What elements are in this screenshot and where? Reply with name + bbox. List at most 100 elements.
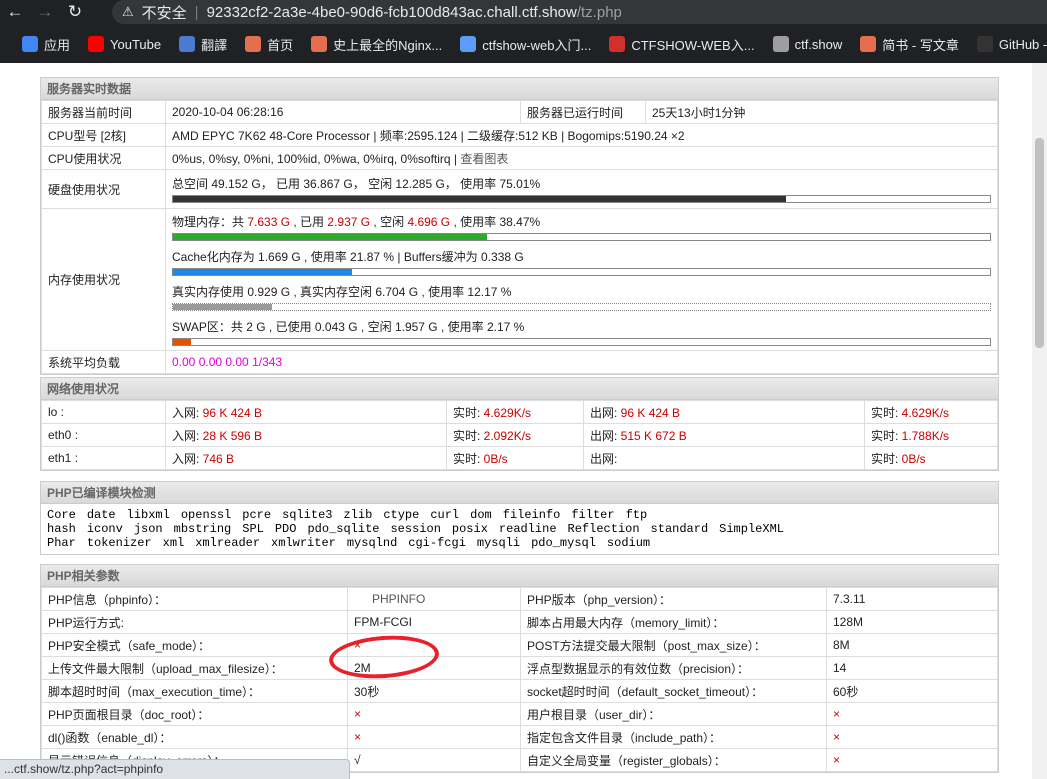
phys-mem-free-label: , 空闲 (370, 215, 408, 229)
network-section: 网络使用状况 lo : 入网: 96 K 424 B 实时: 4.629K/s 出网:… (40, 377, 999, 471)
real-mem-text: 真实内存使用 0.929 G , 真实内存空闲 6.704 G , 使用率 12… (172, 285, 512, 299)
param-label: 浮点型数据显示的有效位数（precision）： (520, 656, 827, 680)
bookmark-label: GitHub - T (998, 36, 1047, 52)
bookmarks-bar: 应用 YouTube 翻譯 首页 史上最全的Nginx... ctfshow-web入门.… (0, 31, 1047, 57)
php-param-row: PHP页面根目录（doc_root）： × 用户根目录（user_dir）： × (41, 702, 998, 726)
load-value: 0.00 0.00 0.00 1/343 (165, 350, 998, 374)
modules-section-title: PHP已编译模块检测 (41, 482, 998, 504)
module-name: tokenizer (86, 536, 152, 550)
phys-mem-bar (172, 233, 991, 241)
interface-name: eth1 : (41, 446, 166, 470)
module-name: iconv (86, 522, 123, 536)
phys-mem-total: 7.633 G (247, 215, 291, 229)
param-value: × (826, 748, 998, 772)
network-row: lo : 入网: 96 K 424 B 实时: 4.629K/s 出网: 96 K 4… (41, 400, 998, 424)
real-mem-fill (173, 304, 273, 310)
php-param-row: PHP运行方式: FPM-FCGI 脚本占用最大内存（memory_limit）： 1… (41, 610, 998, 634)
cache-mem-bar (172, 268, 991, 276)
youtube-icon (88, 36, 105, 52)
php-section: PHP相关参数 PHP信息（phpinfo）： PHPINFO PHP版本（php_… (40, 564, 999, 773)
back-icon[interactable]: ← (0, 0, 30, 24)
php-param-row: 上传文件最大限制（upload_max_filesize）： 2M 浮点型数据显示的… (41, 656, 998, 680)
jianshu-icon (311, 36, 328, 52)
bookmark-item[interactable]: 史上最全的Nginx... (311, 35, 442, 54)
bookmark-item[interactable]: ctf.show (772, 36, 843, 52)
uptime-value: 25天13小时1分钟 (645, 100, 998, 124)
param-value: FPM-FCGI (347, 610, 521, 634)
param-value: √ (347, 748, 521, 772)
disk-usage-bar (172, 195, 991, 203)
time-label: 服务器当前时间 (41, 100, 166, 124)
scrollbar-thumb[interactable] (1035, 138, 1044, 348)
net-realtime-out-value: 1.788K/s (901, 428, 950, 443)
php-param-row: dl()函数（enable_dl）： × 指定包含文件目录（include_path… (41, 725, 998, 749)
bookmark-label: 翻譯 (201, 37, 228, 53)
page-content: 服务器实时数据 服务器当前时间 2020-10-04 06:28:16 服务器已… (0, 63, 1032, 779)
swap-mem-bar (172, 338, 991, 346)
php-param-row: PHP安全模式（safe_mode）： × POST方法提交最大限制（post_ma… (41, 633, 998, 657)
uptime-label: 服务器已运行时间 (520, 100, 646, 124)
net-out-cell: 出网: (583, 446, 865, 470)
bookmark-item[interactable]: 翻譯 (179, 35, 227, 54)
warning-icon[interactable]: ⚠ (122, 4, 134, 20)
net-out-label: 出网: (590, 451, 618, 466)
param-label: 上传文件最大限制（upload_max_filesize）： (41, 656, 348, 680)
net-out-value: 96 K 424 B (620, 405, 681, 420)
cpu-chart-link[interactable]: 查看图表 (460, 152, 508, 166)
reload-icon[interactable]: ↻ (60, 0, 90, 24)
module-name: ctype (383, 508, 420, 522)
bookmark-item[interactable]: 应用 (22, 35, 70, 54)
net-in-label: 入网: (172, 451, 203, 466)
bookmark-item[interactable]: CTFSHOW-WEB入... (609, 35, 755, 54)
status-bar-url: ...ctf.show/tz.php?act=phpinfo (0, 759, 350, 779)
cache-mem-text: Cache化内存为 1.669 G , 使用率 21.87 % | Buffer… (172, 250, 524, 264)
bookmark-item[interactable]: ctfshow-web入门... (460, 35, 591, 54)
net-in-cell: 入网: 28 K 596 B (165, 423, 447, 447)
module-name: sodium (606, 536, 651, 550)
module-name: Phar (47, 536, 76, 550)
param-label: POST方法提交最大限制（post_max_size）： (520, 633, 827, 657)
bookmark-item[interactable]: GitHub - T (976, 36, 1047, 52)
apps-icon (22, 36, 38, 52)
param-value: 14 (826, 656, 998, 680)
forward-icon[interactable]: → (30, 0, 60, 24)
param-label: PHP页面根目录（doc_root）： (41, 702, 348, 726)
url-path: /tz.php (576, 3, 622, 21)
param-label: 脚本超时时间（max_execution_time）： (41, 679, 348, 703)
bookmark-label: ctf.show (794, 36, 843, 52)
module-name: mysqli (476, 536, 521, 550)
bookmark-item[interactable]: 首页 (245, 35, 293, 54)
net-out-value: 515 K 672 B (620, 428, 687, 443)
insecure-label[interactable]: 不安全 (142, 2, 187, 23)
module-name: mbstring (173, 522, 232, 536)
module-name: standard (650, 522, 709, 536)
address-separator: | (194, 3, 199, 21)
bookmark-item[interactable]: YouTube (88, 36, 161, 52)
phpinfo-link[interactable]: PHPINFO (347, 587, 521, 611)
param-value: × (347, 702, 521, 726)
net-in-value: 28 K 596 B (202, 428, 263, 443)
bookmark-label: 简书 - 写文章 (882, 37, 959, 53)
phys-mem-free: 4.696 G (407, 215, 451, 229)
net-realtime-out-label: 实时: (871, 451, 902, 466)
load-label: 系统平均负载 (41, 350, 166, 374)
module-line: Core date libxml openssl pcre sqlite3 zlib ctyp… (47, 508, 992, 522)
net-in-value: 746 B (202, 451, 235, 466)
param-label: dl()函数（enable_dl）： (41, 725, 348, 749)
module-name: SimpleXML (719, 522, 784, 536)
disk-label: 硬盘使用状况 (41, 169, 166, 209)
net-realtime-in-label: 实时: (453, 428, 484, 443)
scrollbar[interactable] (1032, 63, 1047, 779)
param-value: 30秒 (347, 679, 521, 703)
disk-text: 总空间 49.152 G， 已用 36.867 G， 空闲 12.285 G， … (172, 177, 541, 191)
bookmark-item[interactable]: 简书 - 写文章 (860, 35, 959, 54)
memory-label: 内存使用状况 (41, 208, 166, 351)
bookmark-label: YouTube (110, 36, 162, 52)
nav-row: ← → ↻ ⚠ 不安全 | 92332cf2-2a3e-4be0-90d6-fc… (0, 0, 1047, 24)
address-bar[interactable]: ⚠ 不安全 | 92332cf2-2a3e-4be0-90d6-fcb100d8… (112, 0, 1047, 24)
module-name: json (133, 522, 163, 536)
module-name: xml (162, 536, 185, 550)
phys-mem-label: 物理内存：共 (172, 215, 248, 229)
phys-mem-text: 物理内存：共 7.633 G , 已用 2.937 G , 空闲 4.696 G… (172, 213, 991, 230)
globe-icon (772, 36, 789, 52)
